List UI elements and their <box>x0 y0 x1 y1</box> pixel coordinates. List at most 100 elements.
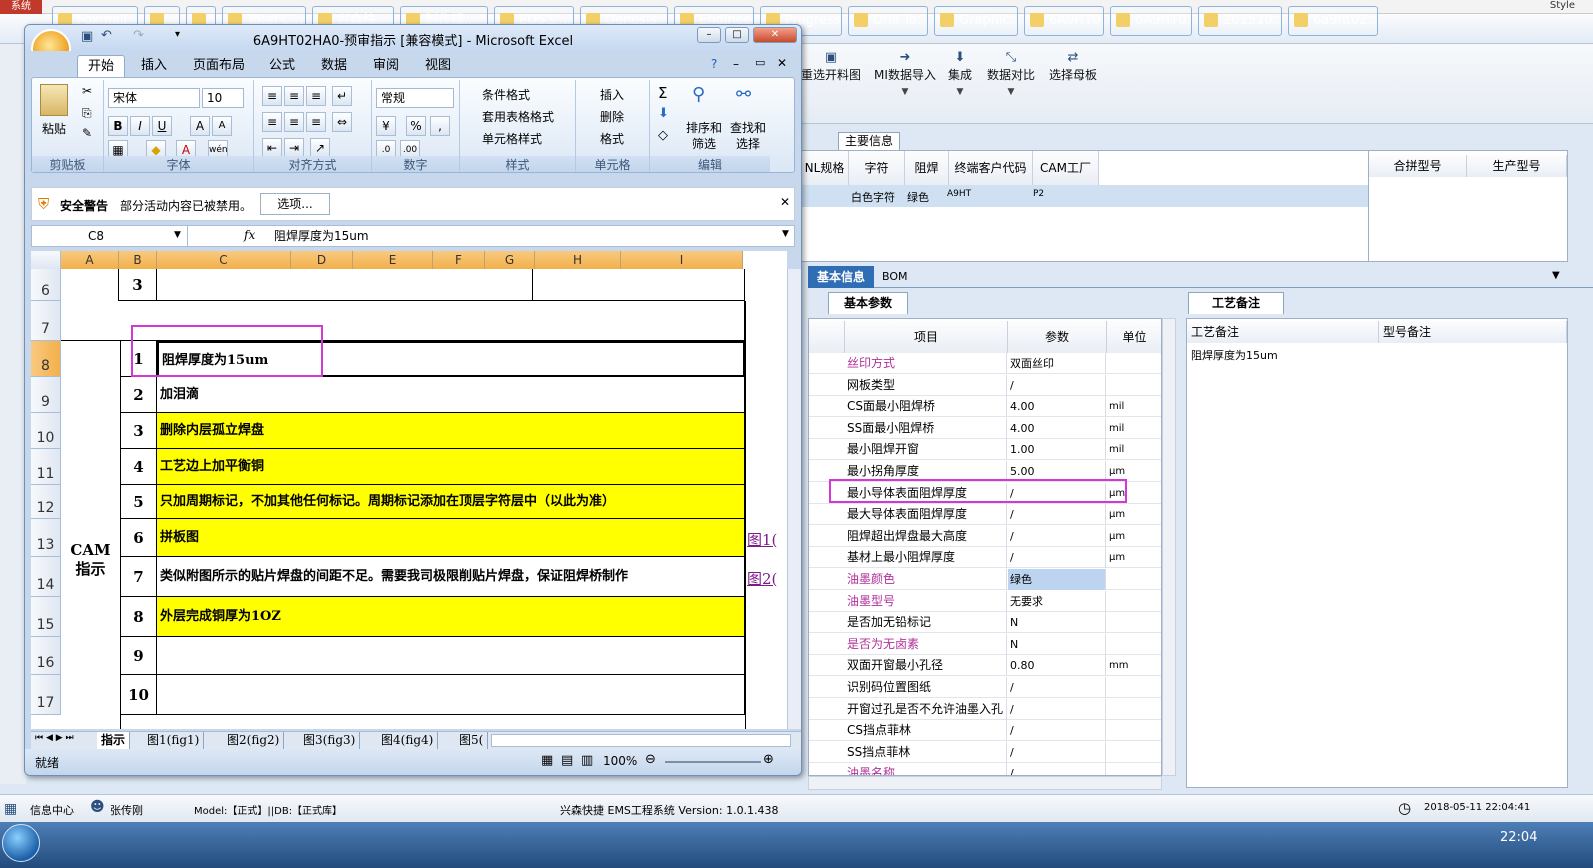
bold-icon[interactable]: B <box>108 116 128 136</box>
col-header[interactable]: CAM工厂 <box>1033 151 1099 185</box>
grid-cell[interactable] <box>157 637 745 675</box>
align-center-icon[interactable]: ≡ <box>284 112 304 132</box>
grid-cell[interactable]: 删除内层孤立焊盘 <box>157 413 745 449</box>
find-select-button[interactable]: 查找和选择 <box>730 120 766 152</box>
cut-icon[interactable]: ✂ <box>82 84 92 98</box>
grid-cell[interactable]: 类似附图所示的贴片焊盘的间距不足。需要我司极限削贴片焊盘，保证阻焊桥制作 <box>157 557 745 597</box>
table-row[interactable]: SS面最小阻焊桥 4.00 mil <box>809 417 1161 439</box>
table-format-button[interactable]: 套用表格格式 <box>482 108 554 125</box>
normal-view-icon[interactable]: ▦ <box>541 753 553 768</box>
grid-cell[interactable] <box>61 269 119 301</box>
taskbar-item[interactable]: 6a9ht02... <box>1288 6 1378 36</box>
param-value[interactable]: 绿色 <box>1008 569 1106 590</box>
grid-cell[interactable]: 4 <box>121 449 157 485</box>
col-header[interactable]: 型号备注 <box>1379 321 1567 343</box>
col-header[interactable]: 字符 <box>849 151 905 185</box>
close-icon[interactable]: ✕ <box>780 195 790 209</box>
table-row[interactable]: 开窗过孔是否不允许油墨入孔 / <box>809 698 1161 720</box>
col-header[interactable]: 合拼型号 <box>1369 155 1467 177</box>
page-break-icon[interactable]: ▥ <box>581 753 593 768</box>
table-row[interactable]: 阻焊超出焊盘最大高度 / μm <box>809 525 1161 547</box>
tab-basic-info[interactable]: 基本信息 <box>808 266 874 288</box>
grid-cell[interactable]: 5 <box>121 485 157 519</box>
row-header[interactable]: 13 <box>31 519 61 557</box>
sum-icon[interactable]: Σ <box>658 84 667 102</box>
grid-cell[interactable] <box>157 269 533 301</box>
table-row[interactable]: CS面最小阻焊桥 4.00 mil <box>809 396 1161 418</box>
grid-cell[interactable]: 3 <box>119 269 157 301</box>
params-horizontal-scrollbar[interactable] <box>808 776 1162 790</box>
close-button[interactable]: ✕ <box>753 27 797 43</box>
format-painter-icon[interactable]: ✎ <box>82 126 92 140</box>
sheet-vertical-scrollbar[interactable] <box>787 269 801 729</box>
data-compare-button[interactable]: ⤡ 数据对比 ▼ <box>986 50 1036 97</box>
tab-basic-params[interactable]: 基本参数 <box>828 292 908 314</box>
row-header[interactable]: 14 <box>31 557 61 597</box>
sort-filter-button[interactable]: 排序和筛选 <box>686 120 722 152</box>
ribbon-restore-icon[interactable]: ▭ <box>755 56 765 69</box>
param-value[interactable]: 0.80 <box>1008 655 1106 677</box>
col-header[interactable]: 项目 <box>845 321 1008 353</box>
row-header[interactable]: 12 <box>31 485 61 519</box>
cam-instruction-label[interactable]: CAM 指示 <box>61 341 121 729</box>
column-header[interactable]: B <box>119 251 157 269</box>
grid-cell[interactable]: 9 <box>121 637 157 675</box>
integrate-button[interactable]: ⬇ 集成 ▼ <box>946 50 974 97</box>
column-header[interactable]: G <box>485 251 535 269</box>
row-header[interactable]: 6 <box>31 269 61 301</box>
sheet-tab[interactable]: 图2(fig2) <box>223 732 285 749</box>
formula-input[interactable]: 阻焊厚度为15um <box>274 226 369 246</box>
tab-review[interactable]: 审阅 <box>363 55 409 77</box>
tab-data[interactable]: 数据 <box>311 55 357 77</box>
table-row[interactable]: 是否加无铅标记 N <box>809 612 1161 634</box>
column-header[interactable]: A <box>61 251 119 269</box>
col-header[interactable]: 阻焊 <box>905 151 949 185</box>
param-value[interactable]: / <box>1008 525 1106 547</box>
table-row[interactable]: 双面开窗最小孔径 0.80 mm <box>809 655 1161 677</box>
italic-icon[interactable]: I <box>130 116 150 136</box>
grid-cell[interactable]: 工艺边上加平衡铜 <box>157 449 745 485</box>
options-button[interactable]: 选项... <box>260 193 330 215</box>
column-header[interactable]: H <box>535 251 621 269</box>
param-value[interactable]: / <box>1008 677 1106 698</box>
sheet-tab[interactable]: 图4(fig4) <box>377 732 439 749</box>
param-value[interactable]: 无要求 <box>1008 590 1106 612</box>
param-value[interactable]: / <box>1008 374 1106 396</box>
param-value[interactable]: N <box>1008 612 1106 634</box>
param-value[interactable]: / <box>1008 504 1106 526</box>
col-header[interactable]: 单位 <box>1107 321 1161 353</box>
chevron-down-icon[interactable]: ▼ <box>1552 270 1560 281</box>
column-header[interactable]: D <box>291 251 353 269</box>
table-row[interactable]: 最大导体表面阻焊厚度 / μm <box>809 504 1161 526</box>
sheet-tab[interactable]: 图3(fig3) <box>299 732 361 749</box>
align-middle-icon[interactable]: ≡ <box>284 86 304 106</box>
row-header[interactable]: 7 <box>31 301 61 341</box>
grow-font-icon[interactable]: A <box>190 116 210 136</box>
cell-style-button[interactable]: 单元格样式 <box>482 130 542 147</box>
param-value[interactable]: 双面丝印 <box>1008 353 1106 374</box>
zoom-slider[interactable] <box>665 761 761 763</box>
table-row[interactable]: 油墨颜色 绿色 <box>809 569 1161 590</box>
grid-cell[interactable]: 拼板图 <box>157 519 745 557</box>
start-button[interactable] <box>2 824 40 862</box>
tab-home[interactable]: 开始 <box>77 55 126 77</box>
taskbar-item[interactable]: 6A9HT0... <box>1110 6 1192 36</box>
tab-insert[interactable]: 插入 <box>131 55 177 77</box>
clear-icon[interactable]: ◇ <box>658 128 668 143</box>
tab-formulas[interactable]: 公式 <box>259 55 305 77</box>
undo-icon[interactable]: ↶ <box>101 28 112 43</box>
params-vertical-scrollbar[interactable] <box>1162 318 1176 776</box>
table-row[interactable]: 是否为无卤素 N <box>809 633 1161 655</box>
col-header[interactable]: 参数 <box>1008 321 1107 353</box>
column-header[interactable]: C <box>157 251 291 269</box>
sheet-tab[interactable]: 图5( <box>455 732 489 749</box>
sheet-horizontal-scrollbar[interactable] <box>491 734 791 747</box>
select-all-corner[interactable] <box>31 251 61 269</box>
sheet-tab[interactable]: 图1(fig1) <box>143 732 205 749</box>
table-row[interactable]: CS挡点菲林 / <box>809 720 1161 742</box>
sheet-nav-icon[interactable]: ⏮ ◀ ▶ ⏭ <box>35 733 74 743</box>
insert-cells-button[interactable]: 插入 <box>600 86 624 103</box>
taskbar-clock[interactable]: 22:04 <box>1500 830 1537 845</box>
decrease-indent-icon[interactable]: ⇤ <box>262 138 282 158</box>
reselect-cut-map-button[interactable]: ▣ 重选开料图 <box>800 50 862 83</box>
